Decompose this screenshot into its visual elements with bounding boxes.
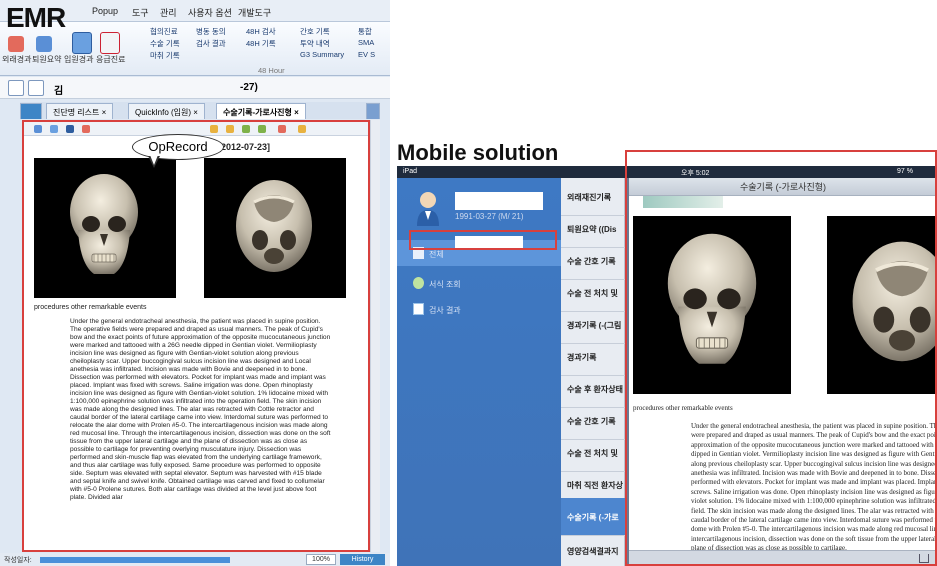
emr-document: [2012-07-23] procedures other remarkable… [22, 120, 370, 552]
search-icon [413, 277, 424, 289]
operation-text: Under the general endotracheal anesthesi… [691, 422, 937, 553]
skull-bottom-image [827, 216, 937, 394]
scrolled-image-fragment [643, 196, 723, 208]
emr-window: Popup 도구 관리 사용자 옵션 개발도구 외래경과 퇴원요약 입원경과 응… [0, 0, 390, 566]
outpatient-note-icon[interactable] [8, 36, 24, 52]
ipad-statusbar: iPad 오후 5:02 97 % [397, 166, 937, 178]
pen-icon[interactable] [226, 125, 234, 133]
btn-emergency[interactable]: 응급진료 [96, 54, 125, 65]
patient-info-bar: 김 -27) [0, 77, 390, 99]
ribbon-48h-record[interactable]: 48H 기록 [246, 38, 276, 49]
zoom-select[interactable]: 100% [306, 554, 336, 565]
ipad-screen: iPad 오후 5:02 97 % 1991-03-27 (M/ 21) 전체 … [397, 166, 937, 566]
ribbon-test-results[interactable]: 검사 결과 [196, 38, 226, 49]
discharge-summary-icon[interactable] [36, 36, 52, 52]
sidebar-item-test-results[interactable]: 검사 결과 [397, 296, 561, 322]
ribbon-integrated[interactable]: 통합 [358, 26, 372, 37]
share-icon[interactable] [919, 554, 929, 563]
ribbon-nursing-record[interactable]: 간호 기록 [300, 26, 330, 37]
ribbon-48h-test[interactable]: 48H 검사 [246, 26, 276, 37]
history-button[interactable]: History [340, 554, 385, 565]
results-icon [413, 303, 424, 315]
status-label: 작성일자: [4, 557, 32, 564]
ribbon-g3-summary[interactable]: G3 Summary [300, 50, 344, 59]
doc-icon[interactable] [28, 80, 44, 96]
inpatient-note-icon[interactable] [72, 32, 92, 54]
user-icon [417, 192, 439, 226]
draw-icon[interactable] [242, 125, 250, 133]
print-icon[interactable] [82, 125, 90, 133]
tab-label: 진단명 리스트 [53, 108, 100, 117]
ribbon-ward-consent[interactable]: 병동 동의 [196, 26, 226, 37]
skull-bottom-image [204, 158, 346, 298]
open-icon[interactable] [50, 125, 58, 133]
figure-caption: procedures other remarkable events [34, 304, 147, 311]
patient-icon[interactable] [8, 80, 24, 96]
device-label: iPad [403, 168, 418, 175]
highlight-icon[interactable] [258, 125, 266, 133]
tab-surgery-record[interactable]: 수술기록-가로사진형 × [216, 103, 306, 119]
ipad-document: 수술기록 (-가로사진형) procedures other remarkabl… [629, 178, 937, 566]
new-icon[interactable] [34, 125, 42, 133]
ribbon-ev[interactable]: EV S [358, 50, 375, 59]
menu-manage[interactable]: 관리 [160, 6, 177, 19]
folder-icon[interactable] [210, 125, 218, 133]
btn-discharge-summary[interactable]: 퇴원요약 [32, 54, 61, 65]
skull-front-image [633, 216, 791, 394]
stamp-icon[interactable] [298, 125, 306, 133]
ribbon-surgery-record[interactable]: 수술 기록 [150, 38, 180, 49]
record-date: [2012-07-23] [218, 142, 271, 152]
emr-label: EMR [6, 2, 66, 33]
tab-quickinfo[interactable]: QuickInfo (입원) × [128, 103, 205, 119]
sidebar-item-label: 전체 [429, 250, 444, 259]
emergency-icon[interactable] [100, 32, 120, 54]
btn-inpatient-note[interactable]: 입원경과 [64, 54, 93, 65]
ribbon-medication[interactable]: 투약 내역 [300, 38, 330, 49]
record-list: 외래재진기록 퇴원요약 ((Dis 수술 간호 기록 수술 전 처치 및 경과기… [561, 178, 625, 566]
list-item-active[interactable]: 수술기록 (-가로 [561, 498, 625, 536]
sidebar-item-label: 검사 결과 [429, 306, 461, 315]
tab-diagnosis-list[interactable]: 진단명 리스트 × [46, 103, 114, 119]
emr-scrollbar[interactable] [370, 120, 380, 552]
ribbon-consult[interactable]: 협의진료 [150, 26, 178, 37]
menu-popup[interactable]: Popup [92, 6, 118, 16]
patient-dob: 1991-03-27 (M/ 21) [455, 212, 524, 221]
ribbon-anesthesia-record[interactable]: 마취 기록 [150, 50, 180, 61]
document-header: 수술기록 (-가로사진형) [629, 178, 937, 196]
menu-tools[interactable]: 도구 [132, 6, 149, 19]
menu-user-options[interactable]: 사용자 옵션 [188, 6, 232, 19]
btn-outpatient-note[interactable]: 외래경과 [2, 54, 31, 65]
ribbon-sma[interactable]: SMA [358, 38, 374, 47]
clock: 오후 5:02 [681, 170, 710, 177]
document-toolbar [24, 122, 368, 136]
emr-tabbar: 진단명 리스트 × QuickInfo (입원) × 수술기록-가로사진형 × [20, 102, 380, 119]
patient-age: -27) [240, 82, 258, 93]
menu-dev-tools[interactable]: 개발도구 [238, 6, 271, 19]
save-icon[interactable] [66, 125, 74, 133]
collapse-icon[interactable] [366, 103, 380, 119]
operation-text: Under the general endotracheal anesthesi… [70, 318, 331, 501]
skull-front-image [34, 158, 176, 298]
sidebar-item-form-search[interactable]: 서식 조회 [397, 270, 561, 296]
ribbon-group-48h: 48 Hour [258, 66, 285, 75]
patient-name: 김 [54, 86, 64, 97]
callout-tail-inner [149, 155, 158, 165]
sidebar-highlight [409, 230, 557, 250]
emr-statusbar: 작성일자: 100% History [0, 553, 390, 566]
list-item[interactable]: 영양검색결과지 [561, 532, 625, 566]
tab-label: QuickInfo (입원) [135, 108, 192, 117]
oprecord-callout: OpRecord [132, 134, 224, 160]
ipad-bottom-bar [629, 550, 937, 566]
image-icon[interactable] [278, 125, 286, 133]
tab-label: 수술기록-가로사진형 [223, 108, 292, 117]
status-field[interactable] [40, 557, 230, 563]
figure-caption: procedures other remarkable events [633, 404, 733, 412]
patient-name-redacted [455, 192, 543, 210]
home-tab-icon[interactable] [20, 103, 42, 119]
mobile-solution-label: Mobile solution [397, 140, 559, 165]
battery-level: 97 % [897, 168, 913, 175]
sidebar-item-label: 서식 조회 [429, 280, 461, 289]
